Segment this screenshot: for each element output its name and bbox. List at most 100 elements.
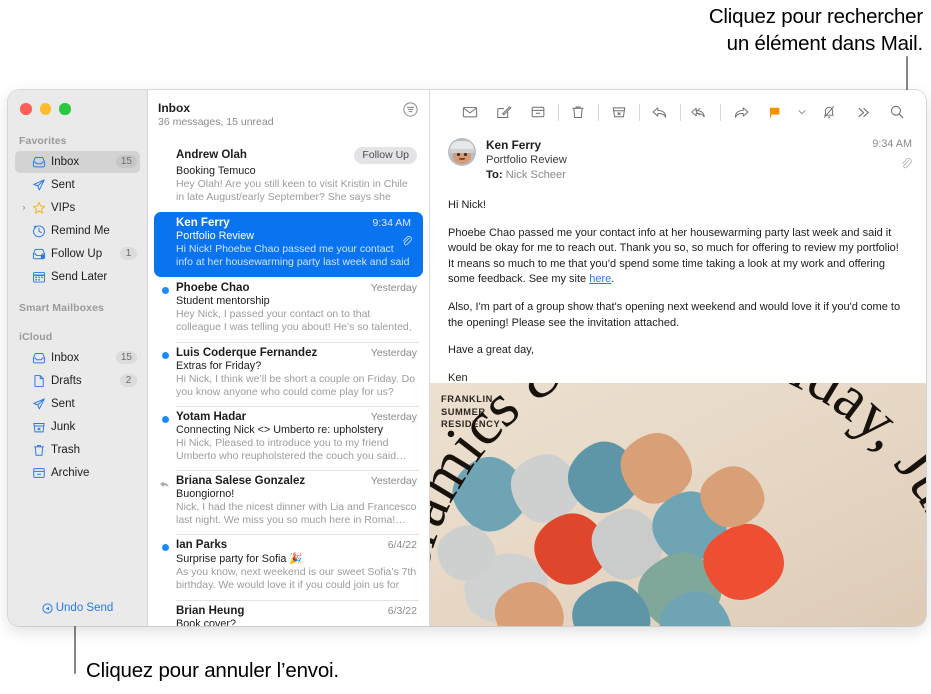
- follow-up-icon: [29, 247, 48, 261]
- zoom-button[interactable]: [59, 103, 71, 115]
- undo-icon: [42, 602, 53, 614]
- message-list[interactable]: Inbox 36 messages, 15 unread Andrew Olah…: [148, 90, 430, 626]
- window-controls: [8, 99, 147, 115]
- minimize-button[interactable]: [39, 103, 51, 115]
- search-icon[interactable]: [880, 98, 914, 126]
- sidebar-item-archive[interactable]: Archive: [15, 462, 140, 484]
- trash-icon[interactable]: [561, 98, 595, 126]
- trash-icon: [29, 443, 48, 457]
- message-sender: Briana Salese Gonzalez: [176, 475, 306, 487]
- close-button[interactable]: [20, 103, 32, 115]
- reading-pane: Ken Ferry Portfolio Review To: Nick Sche…: [430, 90, 926, 626]
- toolbar-divider: [679, 103, 681, 121]
- sidebar-item-remind-me[interactable]: Remind Me: [15, 220, 140, 242]
- filter-icon[interactable]: [403, 102, 418, 122]
- mailbox-title: Inbox: [158, 101, 190, 115]
- message-body-preview: Hey Olah! Are you still keen to visit Kr…: [176, 177, 408, 205]
- sidebar-item-trash[interactable]: Trash: [15, 439, 140, 461]
- sidebar-item-inbox[interactable]: Inbox 15: [15, 150, 140, 173]
- body-paragraph-3: Have a great day,: [448, 344, 535, 357]
- body-para1-tail: .: [611, 273, 615, 286]
- follow-up-badge[interactable]: Follow Up: [354, 147, 417, 164]
- unread-dot-icon[interactable]: [162, 544, 169, 552]
- clock-icon: [29, 224, 48, 238]
- sidebar-item-label: Drafts: [51, 374, 82, 387]
- mail-window: Favorites Inbox 15 Sent › VIPs Remind Me Follow…: [8, 90, 926, 626]
- sidebar-item-inbox[interactable]: Inbox 15: [15, 347, 140, 369]
- reply-all-icon[interactable]: [683, 98, 717, 126]
- message-date: Yesterday: [370, 410, 417, 423]
- sidebar-item-follow-up[interactable]: Follow Up 1: [15, 243, 140, 265]
- sender-name: Ken Ferry: [486, 138, 542, 152]
- unread-count-badge: 2: [120, 373, 137, 388]
- mark-unread-icon[interactable]: [453, 98, 487, 126]
- sidebar-item-junk[interactable]: Junk: [15, 416, 140, 438]
- message-header: Ken Ferry Portfolio Review To: Nick Sche…: [430, 134, 926, 181]
- sidebar-item-label: Sent: [51, 397, 75, 410]
- message-list-item[interactable]: Briana Salese Gonzalez Yesterday Buongiorn…: [148, 470, 429, 534]
- callout-search-text: Cliquez pour rechercher un élément dans …: [708, 5, 923, 56]
- sidebar-item-label: Remind Me: [51, 224, 110, 237]
- sidebar-item-label: Trash: [51, 443, 80, 456]
- junk-icon: [29, 420, 48, 434]
- body-para1-text: Phoebe Chao passed me your contact info …: [448, 226, 899, 286]
- mute-icon[interactable]: [812, 98, 846, 126]
- poster-artwork: Ceramics & Painting Friday, June 02: [430, 383, 926, 626]
- sidebar-section-header: Smart Mailboxes: [19, 301, 104, 314]
- callout-undo-send-text: Cliquez pour annuler l’envoi.: [86, 659, 339, 682]
- message-list-header: Inbox 36 messages, 15 unread: [148, 90, 429, 128]
- star-icon: [29, 201, 48, 215]
- flag-icon[interactable]: [758, 98, 792, 126]
- unread-dot-icon[interactable]: [162, 415, 169, 423]
- compose-icon[interactable]: [487, 98, 521, 126]
- sidebar-item-sent[interactable]: Sent: [15, 174, 140, 196]
- message-list-item[interactable]: Andrew Olah Follow Up Booking Temuco Hey Ol…: [148, 142, 429, 212]
- message-list-item[interactable]: Phoebe Chao Yesterday Student mentorship He…: [148, 277, 429, 342]
- undo-send-button[interactable]: Undo Send: [8, 602, 147, 614]
- message-body-preview: As you know, next weekend is our sweet S…: [176, 566, 417, 593]
- message-body-preview: Hey Nick, I passed your contact on to th…: [176, 307, 412, 335]
- message-list-item[interactable]: Ken Ferry 9:34 AM Portfolio Review Hi Nick!…: [154, 211, 423, 277]
- to-value[interactable]: Nick Scheer: [506, 169, 566, 181]
- reply-icon[interactable]: [643, 98, 677, 126]
- unread-count-badge: 15: [115, 154, 137, 169]
- message-subject-preview: Surprise party for Sofia 🎉: [176, 553, 303, 566]
- archive-icon[interactable]: [521, 98, 555, 126]
- unread-dot-icon[interactable]: [162, 286, 169, 294]
- message-list-item[interactable]: Ian Parks 6/4/22 Surprise party for Sofia …: [148, 534, 429, 600]
- junk-icon[interactable]: [602, 98, 636, 126]
- sidebar-item-sent[interactable]: Sent: [15, 393, 140, 415]
- sidebar-item-send-later[interactable]: Send Later: [15, 266, 140, 288]
- message-subject-preview: Book cover?: [176, 618, 237, 626]
- unread-dot-icon[interactable]: [162, 351, 169, 359]
- sidebar-item-label: Inbox: [51, 155, 80, 168]
- more-icon[interactable]: [846, 98, 880, 126]
- sidebar-item-label: Sent: [51, 178, 75, 191]
- paperclip-icon[interactable]: [872, 156, 912, 174]
- toolbar-divider: [557, 103, 559, 121]
- sent-icon: [29, 397, 48, 411]
- unread-count-badge: 1: [120, 246, 137, 261]
- site-link[interactable]: here: [589, 273, 611, 285]
- body-paragraph-2: Also, I'm part of a group show that's op…: [448, 301, 901, 329]
- mailbox-counts: 36 messages, 15 unread: [158, 116, 274, 128]
- sidebar-item-drafts[interactable]: Drafts 2: [15, 370, 140, 392]
- message-date: Yesterday: [370, 346, 417, 359]
- toolbar-divider: [598, 103, 599, 121]
- message-list-item[interactable]: Luis Coderque Fernandez Yesterday Extras f…: [148, 341, 429, 406]
- message-body-preview: Hi Nick, Pleased to introduce you to my …: [176, 436, 407, 462]
- message-sender: Luis Coderque Fernandez: [176, 346, 318, 359]
- sidebar-item-label: Follow Up: [51, 247, 103, 260]
- message-list-item[interactable]: Yotam Hadar Yesterday Connecting Nick <> U…: [148, 405, 429, 470]
- attachment-poster[interactable]: FRANKLIN SUMMER RESIDENCY ics ay,: [430, 383, 926, 626]
- message-list-item[interactable]: Brian Heung6/3/22Book cover?Hi Nick, so …: [148, 600, 429, 626]
- disclosure-triangle-icon[interactable]: ›: [19, 203, 29, 212]
- message-body: Hi Nick! Phoebe Chao passed me your cont…: [430, 181, 926, 386]
- sidebar-item-label: Send Later: [51, 270, 108, 283]
- message-date: 6/3/22: [387, 605, 417, 618]
- forward-icon[interactable]: [724, 98, 758, 126]
- message-body-preview: Hi Nick, I think we’ll be short a couple…: [176, 372, 416, 398]
- message-sender: Yotam Hadar: [176, 410, 247, 423]
- sidebar-item-vips[interactable]: › VIPs: [15, 197, 140, 219]
- chevron-down-icon[interactable]: [792, 98, 812, 126]
